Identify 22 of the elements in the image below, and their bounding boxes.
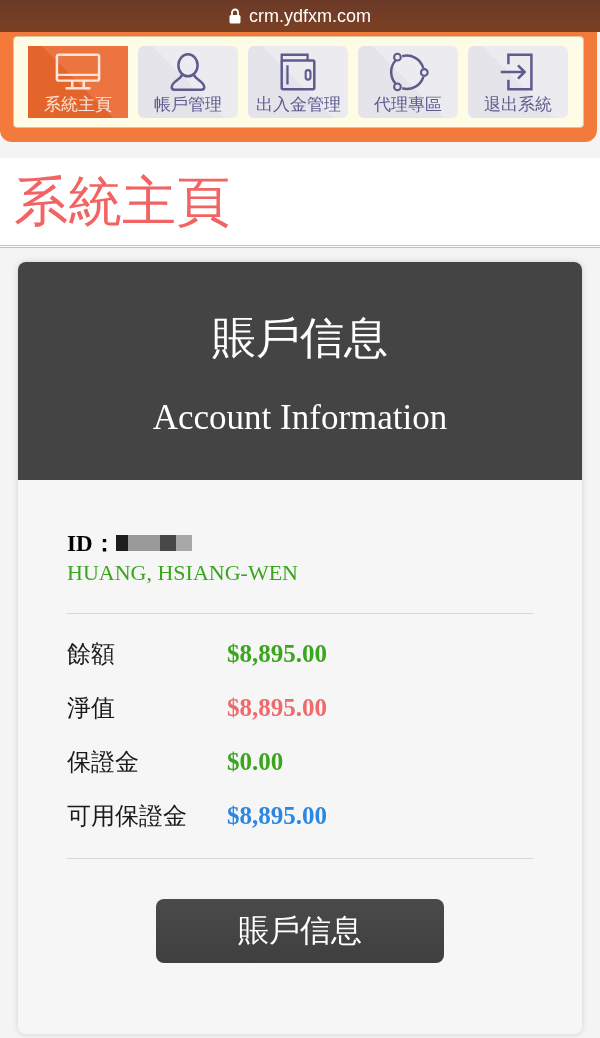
nav-tab[interactable]: 帳戶管理 bbox=[138, 46, 238, 118]
account-field-label: 淨值 bbox=[67, 693, 116, 724]
amount-value: $8,895.00 bbox=[227, 640, 327, 668]
card-title: 賬戶信息 bbox=[212, 311, 388, 365]
nav-tab[interactable]: 出入金管理 bbox=[248, 46, 348, 118]
nav-tab[interactable]: 系統主頁 bbox=[28, 46, 128, 118]
nav-tab[interactable]: 退出系統 bbox=[468, 46, 568, 118]
id-label: ID： bbox=[67, 529, 116, 558]
account-holder-name: HUANG, HSIANG-WEN bbox=[67, 559, 299, 587]
amount-value: $8,895.00 bbox=[227, 694, 327, 722]
account-field-label: 可用保證金 bbox=[67, 801, 188, 832]
account-field-label: 保證金 bbox=[67, 747, 140, 778]
card-subtitle: Account Information bbox=[152, 397, 448, 439]
nav-tab[interactable]: 代理專區 bbox=[358, 46, 458, 118]
account-info-button[interactable]: 賬戶信息 bbox=[156, 899, 444, 963]
amount-value: $0.00 bbox=[227, 748, 284, 776]
page-title: 系統主頁 bbox=[14, 169, 230, 234]
account-field-label: 餘額 bbox=[67, 639, 116, 670]
amount-value: $8,895.00 bbox=[227, 802, 327, 830]
url-text[interactable]: crm.ydfxm.com bbox=[249, 5, 371, 27]
lock-icon bbox=[229, 8, 241, 24]
monitor-icon bbox=[55, 52, 101, 92]
